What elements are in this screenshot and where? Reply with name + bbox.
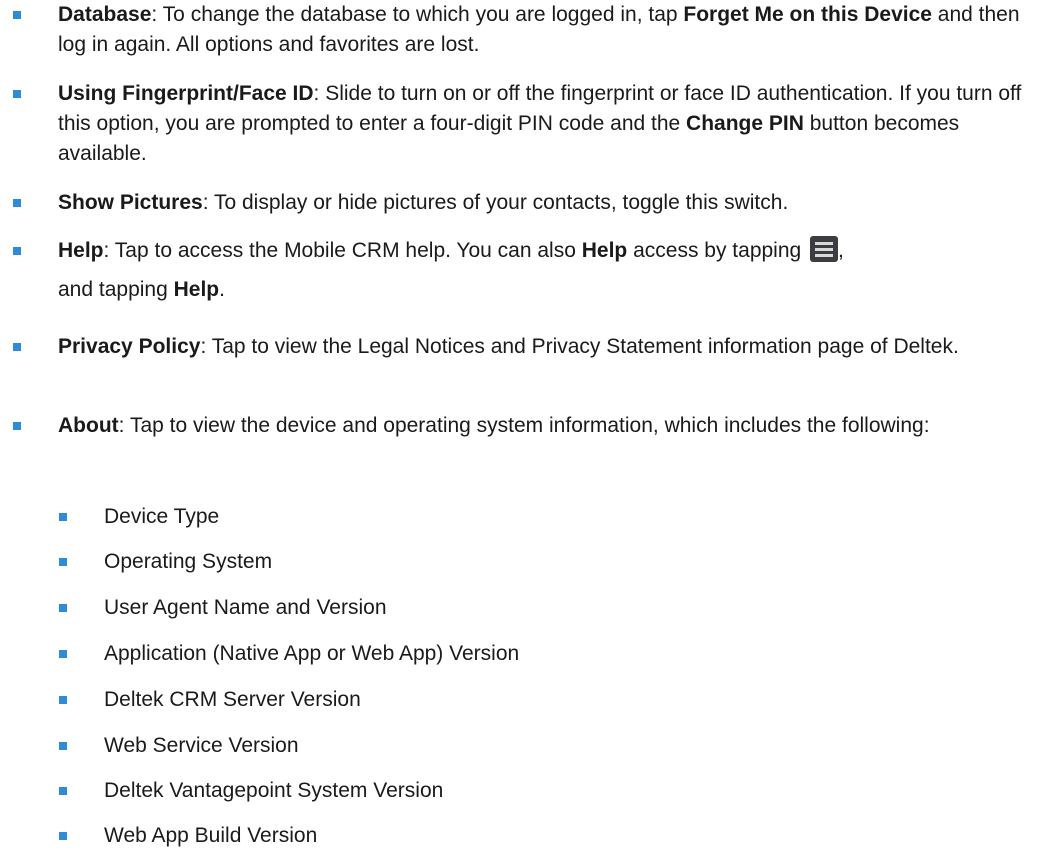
sub-item-label: Deltek CRM Server Version: [104, 688, 361, 711]
bullet-icon: [13, 199, 21, 207]
bullet-icon: [59, 513, 67, 521]
bold-text: Help: [581, 239, 628, 262]
item-term: About: [58, 414, 119, 437]
item-text: About: Tap to view the device and operat…: [58, 414, 930, 437]
bullet-icon: [59, 604, 67, 612]
bullet-icon: [13, 90, 21, 98]
bullet-icon: [13, 343, 21, 351]
sub-item-label: Web App Build Version: [104, 824, 318, 847]
bullet-icon: [59, 832, 67, 840]
bold-text: Help: [173, 278, 220, 301]
item-text: Database: To change the database to whic…: [58, 3, 1020, 56]
bullet-icon: [59, 787, 67, 795]
bullet-icon: [13, 11, 21, 19]
item-term: Show Pictures: [58, 191, 203, 214]
bullet-icon: [13, 247, 21, 255]
menu-icon: [810, 236, 839, 262]
item-term: Using Fingerprint/Face ID: [58, 82, 314, 105]
bullet-icon: [13, 422, 21, 430]
sub-item-label: Web Service Version: [104, 734, 299, 757]
bullet-icon: [59, 558, 67, 566]
item-term: Database: [58, 3, 152, 26]
item-text: Show Pictures: To display or hide pictur…: [58, 191, 789, 214]
item-term: Privacy Policy: [58, 335, 201, 358]
bullet-icon: [59, 742, 67, 750]
sub-item-label: Operating System: [104, 550, 273, 573]
bold-text: Forget Me on this Device: [683, 3, 932, 26]
bold-text: Change PIN: [686, 112, 804, 135]
item-text: Using Fingerprint/Face ID: Slide to turn…: [58, 82, 1022, 165]
item-text: Help: Tap to access the Mobile CRM help.…: [58, 231, 1043, 309]
bullet-icon: [59, 650, 67, 658]
sub-item-label: Device Type: [104, 505, 220, 528]
sub-item-label: Deltek Vantagepoint System Version: [104, 779, 444, 802]
item-text: Privacy Policy: Tap to view the Legal No…: [58, 335, 959, 358]
bullet-icon: [59, 696, 67, 704]
sub-item-label: User Agent Name and Version: [104, 596, 387, 619]
item-term: Help: [58, 239, 104, 262]
sub-item-label: Application (Native App or Web App) Vers…: [104, 642, 520, 665]
